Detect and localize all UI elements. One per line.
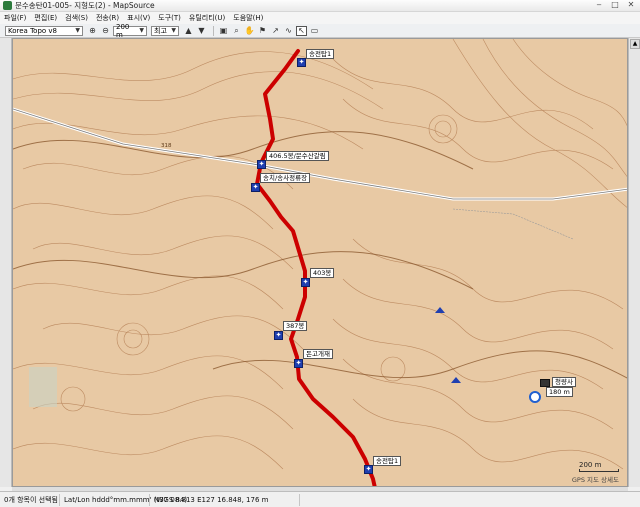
photo-icon[interactable]	[540, 379, 550, 387]
waypoint-label[interactable]: 송전탑1	[306, 49, 335, 59]
map-view[interactable]: 318 ✦ 송전탑1 ✦ 406.5봉/문수산갈림 ✦ 송치/송사정류장 ✦ 4…	[12, 38, 628, 487]
gps-map-label: GPS 지도 상세도	[571, 476, 619, 484]
cursor-coordinates: N37 08.813 E127 16.848, 176 m	[150, 493, 300, 506]
status-bar: 0개 항목이 선택됨 Lat/Lon hddd°mm.mmm' (WGS 84)…	[0, 491, 640, 507]
hand-tool-icon[interactable]: ✋	[244, 26, 255, 36]
route-tool-icon[interactable]: ↗	[270, 26, 281, 36]
track-tool-icon[interactable]: ∿	[283, 26, 294, 36]
detail-select[interactable]: 최고 ▼	[151, 25, 179, 36]
camp-icon[interactable]	[435, 307, 445, 313]
elevation-label[interactable]: 180 m	[546, 387, 573, 397]
waypoint-hiker-icon[interactable]: ✦	[301, 278, 310, 287]
waypoint-hiker-icon[interactable]: ✦	[251, 183, 260, 192]
flag-tool-icon[interactable]: ⚑	[257, 26, 268, 36]
scroll-up-icon[interactable]: ▲	[630, 39, 640, 49]
waypoint-label[interactable]: 387봉	[283, 321, 308, 331]
map-tool-icon[interactable]: ▣	[218, 26, 229, 36]
waypoint-label[interactable]: 406.5봉/문수산갈림	[266, 151, 329, 161]
toolbar: Korea Topo v8 ▼ ⊕ ⊖ 200 m ▼ 최고 ▼ ▲ ▼ ▣ ⌕ ✋ …	[0, 22, 640, 39]
location-marker-icon[interactable]	[529, 391, 541, 403]
temple-label[interactable]: 청량사	[552, 377, 576, 387]
waypoint-label[interactable]: 403봉	[310, 268, 335, 278]
minimize-button[interactable]: ‒	[593, 1, 605, 10]
waypoint-hiker-icon[interactable]: ✦	[257, 160, 266, 169]
menu-tools[interactable]: 도구(T)	[158, 13, 181, 23]
app-icon	[3, 1, 12, 10]
scale-bar: 200 m	[579, 461, 619, 472]
zoom-in-icon[interactable]: ⊕	[87, 26, 98, 36]
road-number-label: 318	[161, 143, 172, 149]
map-canvas	[13, 39, 627, 486]
menu-edit[interactable]: 편집(E)	[34, 13, 57, 23]
distance-tool-icon[interactable]: ▭	[309, 26, 320, 36]
detail-value: 최고	[154, 26, 167, 35]
chevron-down-icon: ▼	[75, 27, 80, 34]
map-product-value: Korea Topo v8	[8, 26, 57, 35]
chevron-down-icon: ▼	[171, 27, 176, 34]
vertical-scrollbar[interactable]: ▲	[628, 38, 640, 487]
waypoint-hiker-icon[interactable]: ✦	[274, 331, 283, 340]
menu-utilities[interactable]: 유틸리티(U)	[189, 13, 225, 23]
waypoint-hiker-icon[interactable]: ✦	[364, 465, 373, 474]
waypoint-hiker-icon[interactable]: ✦	[297, 58, 306, 67]
scale-line	[579, 469, 619, 472]
title-bar: 문수송탄01-005- 지형도(2) - MapSource ‒ □ ✕	[0, 0, 640, 12]
waypoint-label[interactable]: 돈고개재	[303, 349, 333, 359]
left-margin	[0, 38, 12, 487]
waypoint-label[interactable]: 송전탑1	[373, 456, 402, 466]
maximize-button[interactable]: □	[609, 1, 621, 10]
menu-view[interactable]: 표시(V)	[127, 13, 150, 23]
menu-help[interactable]: 도움말(H)	[233, 13, 263, 23]
map-product-select[interactable]: Korea Topo v8 ▼	[5, 25, 83, 36]
waypoint-hiker-icon[interactable]: ✦	[294, 359, 303, 368]
zoom-value: 200 m	[116, 22, 130, 39]
send-device-icon[interactable]: ▲	[183, 26, 194, 36]
menu-search[interactable]: 검색(S)	[65, 13, 88, 23]
selection-status: 0개 항목이 선택됨	[0, 493, 60, 506]
select-tool-icon[interactable]: ↖	[296, 25, 307, 36]
window-controls: ‒ □ ✕	[593, 1, 637, 10]
close-button[interactable]: ✕	[625, 1, 637, 10]
window-title: 문수송탄01-005- 지형도(2) - MapSource	[15, 1, 155, 10]
chevron-down-icon: ▼	[139, 27, 144, 34]
menu-transfer[interactable]: 전송(R)	[96, 13, 119, 23]
receive-device-icon[interactable]: ▼	[196, 26, 207, 36]
zoom-select[interactable]: 200 m ▼	[113, 22, 147, 39]
coordinate-format: Lat/Lon hddd°mm.mmm' (WGS 84)	[60, 493, 187, 506]
waypoint-label[interactable]: 송치/송사정류장	[260, 173, 311, 183]
menu-file[interactable]: 파일(F)	[4, 13, 26, 23]
zoom-tool-icon[interactable]: ⌕	[231, 26, 242, 36]
scale-value: 200 m	[579, 461, 602, 469]
menu-bar: 파일(F) 편집(E) 검색(S) 전송(R) 표시(V) 도구(T) 유틸리티…	[0, 12, 640, 24]
zoom-out-icon[interactable]: ⊖	[100, 26, 111, 36]
toolbar-divider	[213, 25, 214, 36]
camp-icon[interactable]	[451, 377, 461, 383]
